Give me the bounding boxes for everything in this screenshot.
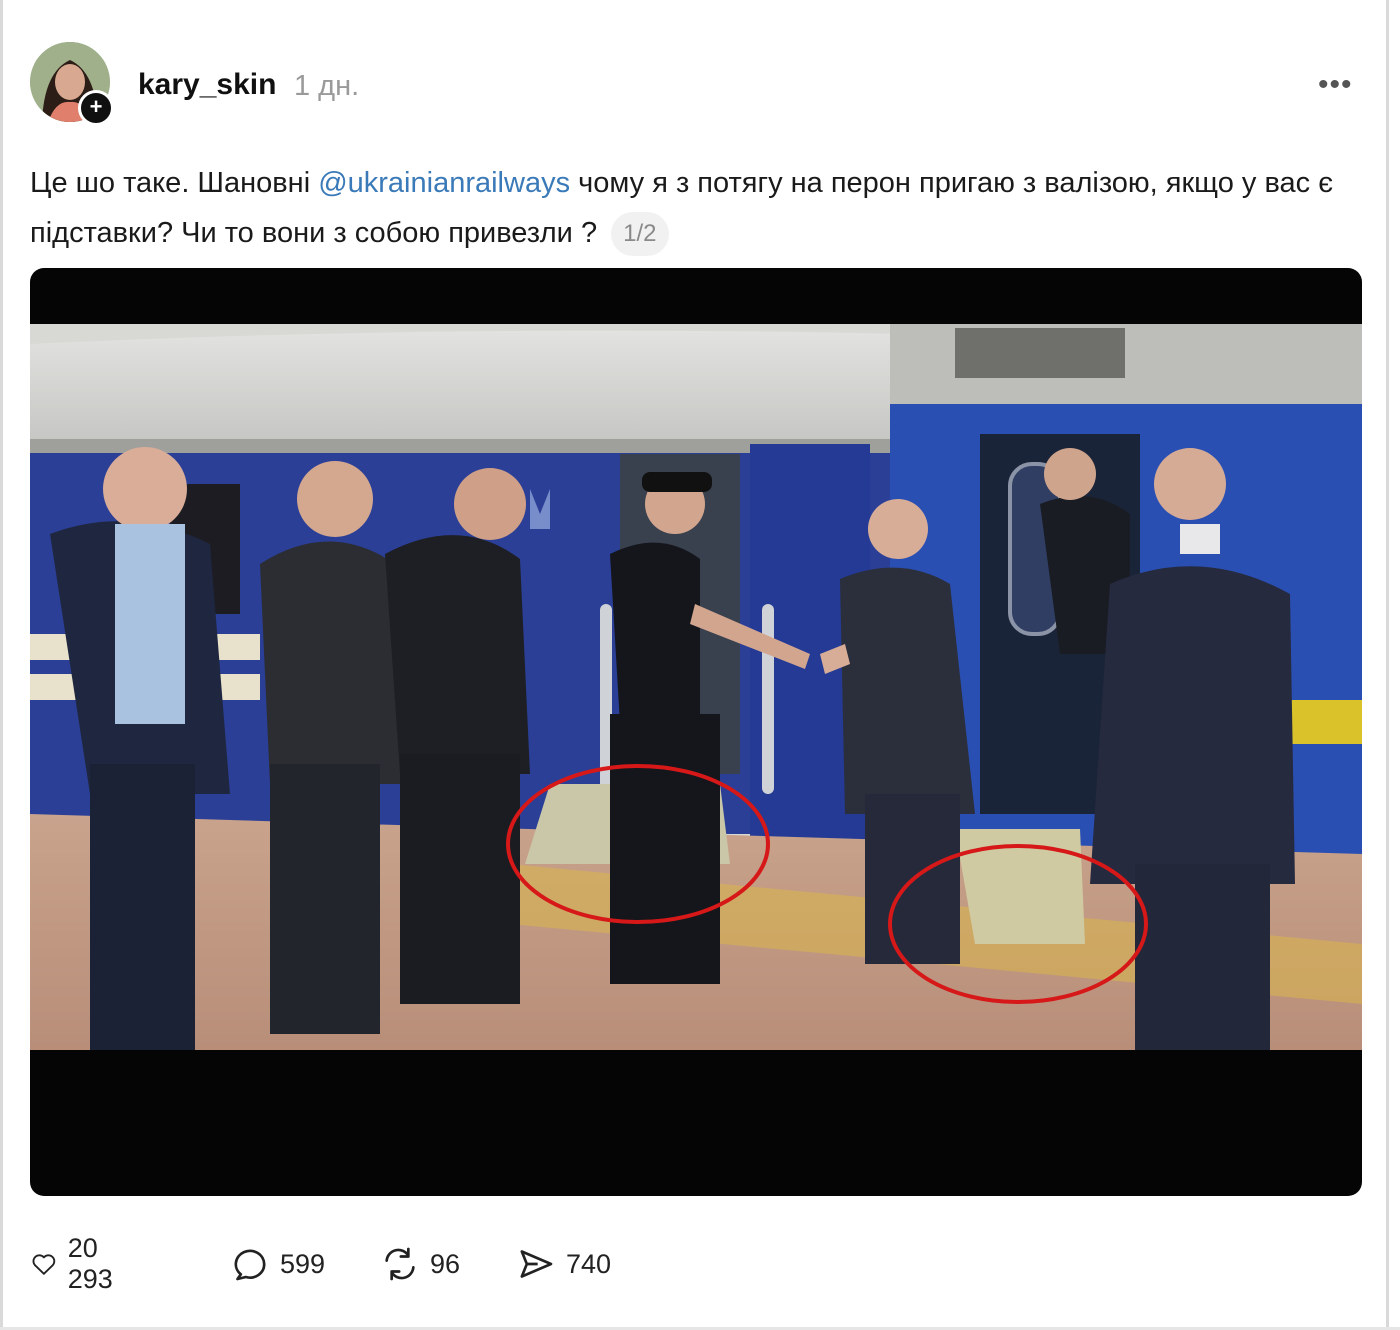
- repost-button[interactable]: 96: [380, 1240, 460, 1288]
- send-icon: [520, 1250, 553, 1278]
- username-link[interactable]: kary_skin: [138, 68, 276, 102]
- share-count: 740: [566, 1248, 612, 1279]
- repost-count: 96: [430, 1248, 461, 1279]
- comment-icon: [234, 1249, 266, 1281]
- like-count: 20 293: [67, 1233, 113, 1294]
- media-pager-badge: 1/2: [611, 212, 669, 257]
- more-options-icon[interactable]: •••: [1318, 70, 1353, 100]
- scrollbar[interactable]: [1386, 0, 1400, 1330]
- repost-icon: [385, 1247, 415, 1281]
- mention-link[interactable]: @ukrainianrailways: [318, 167, 570, 199]
- post-body: Це шо таке. Шановні @ukrainianrailways ч…: [30, 158, 1370, 258]
- post-text-start: Це шо таке. Шановні: [30, 167, 319, 199]
- post-timestamp[interactable]: 1 дн.: [294, 70, 359, 103]
- window-left-border: [0, 0, 3, 1330]
- comment-button[interactable]: 599: [230, 1240, 325, 1288]
- heart-icon: [32, 1254, 56, 1275]
- follow-button[interactable]: +: [78, 90, 114, 126]
- comment-count: 599: [280, 1248, 326, 1279]
- avatar[interactable]: +: [30, 42, 114, 126]
- media-photo: [30, 324, 1362, 1050]
- like-button[interactable]: 20 293: [30, 1233, 125, 1294]
- share-button[interactable]: 740: [516, 1240, 611, 1288]
- post-media-frame[interactable]: [30, 268, 1362, 1196]
